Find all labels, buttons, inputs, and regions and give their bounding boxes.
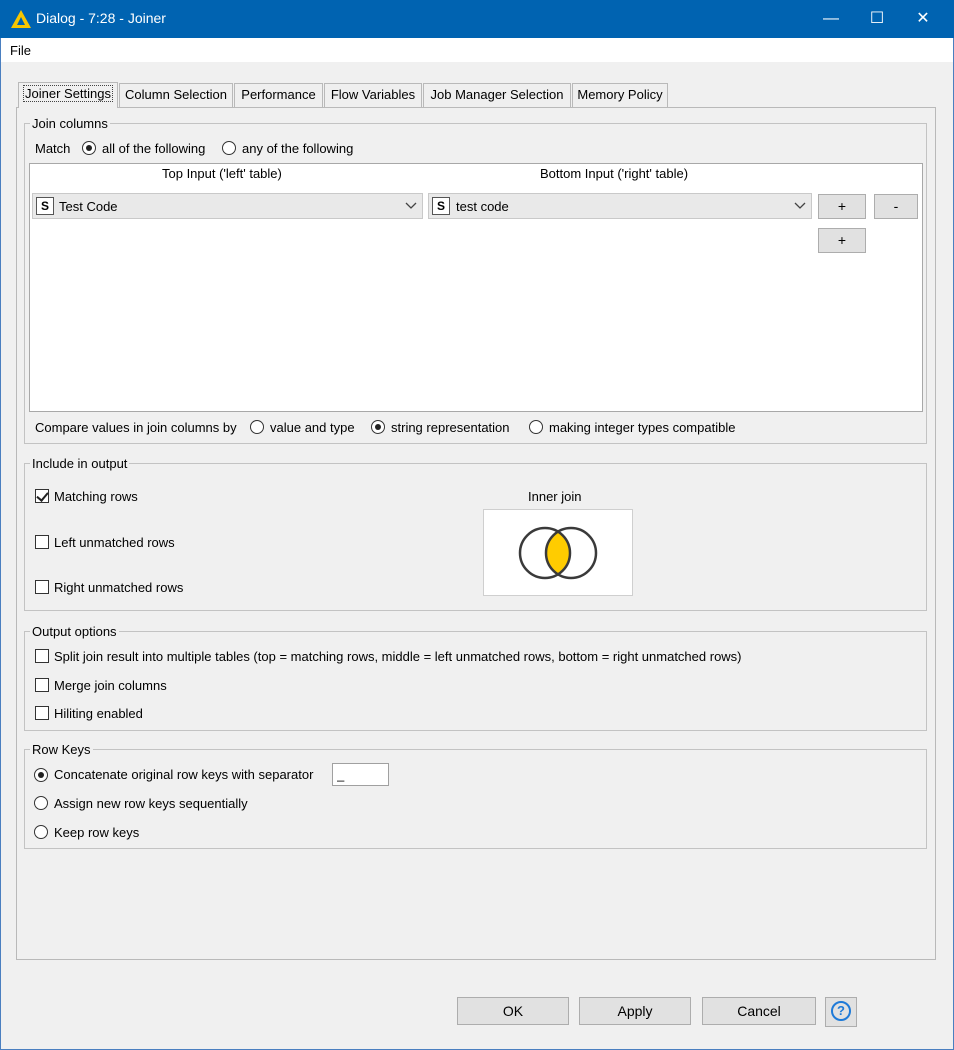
menu-bar (1, 38, 953, 62)
left-unmatched-label[interactable]: Left unmatched rows (54, 535, 175, 550)
top-input-header: Top Input ('left' table) (162, 166, 282, 181)
hiliting-label[interactable]: Hiliting enabled (54, 706, 143, 721)
matching-rows-label[interactable]: Matching rows (54, 489, 138, 504)
keep-keys-radio[interactable] (34, 825, 48, 839)
match-any-label[interactable]: any of the following (242, 141, 353, 156)
compare-integer-radio[interactable] (529, 420, 543, 434)
tab-flow-variables[interactable]: Flow Variables (324, 83, 422, 107)
compare-integer-label[interactable]: making integer types compatible (549, 420, 735, 435)
row-keys-legend: Row Keys (30, 742, 93, 757)
right-unmatched-label[interactable]: Right unmatched rows (54, 580, 183, 595)
tab-memory-policy[interactable]: Memory Policy (572, 83, 668, 107)
tab-column-selection[interactable]: Column Selection (119, 83, 233, 107)
include-output-legend: Include in output (30, 456, 130, 471)
inner-join-venn-icon (518, 526, 598, 580)
output-options-legend: Output options (30, 624, 119, 639)
compare-label: Compare values in join columns by (35, 420, 237, 435)
maximize-button[interactable]: ☐ (854, 0, 900, 38)
merge-columns-checkbox[interactable] (35, 678, 49, 692)
string-type-icon: S (36, 197, 54, 215)
left-unmatched-checkbox[interactable] (35, 535, 49, 549)
chevron-down-icon (794, 202, 806, 209)
string-type-icon: S (432, 197, 450, 215)
match-any-radio[interactable] (222, 141, 236, 155)
compare-value-type-radio[interactable] (250, 420, 264, 434)
compare-value-type-label[interactable]: value and type (270, 420, 355, 435)
hiliting-checkbox[interactable] (35, 706, 49, 720)
right-unmatched-checkbox[interactable] (35, 580, 49, 594)
add-row-button[interactable]: + (818, 194, 866, 219)
venn-diagram-box (483, 509, 633, 596)
split-result-label[interactable]: Split join result into multiple tables (… (54, 649, 742, 664)
right-column-value: test code (456, 199, 509, 214)
match-label: Match (35, 141, 71, 156)
merge-columns-label[interactable]: Merge join columns (54, 678, 167, 693)
left-column-value: Test Code (59, 199, 118, 214)
close-button[interactable]: ✕ (900, 0, 946, 38)
tab-label: Joiner Settings (23, 85, 113, 102)
add-row-button[interactable]: + (818, 228, 866, 253)
help-button[interactable]: ? (825, 997, 857, 1027)
tab-job-manager-selection[interactable]: Job Manager Selection (423, 83, 571, 107)
match-all-radio[interactable] (82, 141, 96, 155)
ok-button[interactable]: OK (457, 997, 569, 1025)
apply-button[interactable]: Apply (579, 997, 691, 1025)
bottom-input-header: Bottom Input ('right' table) (540, 166, 689, 181)
cancel-button[interactable]: Cancel (702, 997, 816, 1025)
window-title: Dialog - 7:28 - Joiner (36, 10, 166, 26)
join-type-label: Inner join (528, 489, 582, 504)
tab-performance[interactable]: Performance (234, 83, 323, 107)
menu-file[interactable]: File (10, 43, 31, 58)
chevron-down-icon (405, 202, 417, 209)
remove-row-button[interactable]: - (874, 194, 918, 219)
minimize-button[interactable]: — (808, 0, 854, 38)
assign-new-keys-label[interactable]: Assign new row keys sequentially (54, 796, 248, 811)
split-result-checkbox[interactable] (35, 649, 49, 663)
compare-string-radio[interactable] (371, 420, 385, 434)
knime-app-icon (11, 10, 31, 28)
compare-string-label[interactable]: string representation (391, 420, 510, 435)
keep-keys-label[interactable]: Keep row keys (54, 825, 139, 840)
concatenate-keys-label[interactable]: Concatenate original row keys with separ… (54, 767, 313, 782)
match-all-label[interactable]: all of the following (102, 141, 205, 156)
assign-new-keys-radio[interactable] (34, 796, 48, 810)
concatenate-keys-radio[interactable] (34, 768, 48, 782)
tab-joiner-settings[interactable]: Joiner Settings (18, 82, 118, 108)
join-columns-legend: Join columns (30, 116, 110, 131)
separator-input[interactable] (332, 763, 389, 786)
matching-rows-checkbox[interactable] (35, 489, 49, 503)
help-icon: ? (831, 1001, 851, 1021)
